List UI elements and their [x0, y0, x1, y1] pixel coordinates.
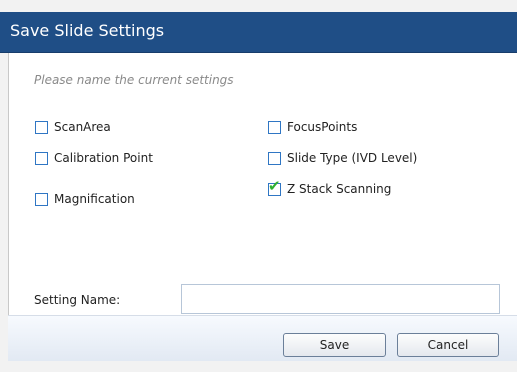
- focus-points-label: FocusPoints: [287, 120, 358, 134]
- checkmark-icon: ✔: [268, 176, 281, 195]
- focus-points-checkbox[interactable]: [268, 120, 281, 134]
- option-focus-points[interactable]: FocusPoints: [268, 120, 357, 134]
- scan-area-label: ScanArea: [54, 120, 111, 134]
- instruction-text: Please name the current settings: [34, 73, 234, 87]
- slide-type-label: Slide Type (IVD Level): [287, 151, 418, 165]
- option-slide-type[interactable]: Slide Type (IVD Level): [268, 151, 417, 165]
- option-z-stack-scanning[interactable]: ✔ Z Stack Scanning: [268, 178, 392, 196]
- calibration-point-label: Calibration Point: [54, 151, 153, 165]
- save-slide-settings-dialog: Save Slide Settings Please name the curr…: [0, 0, 517, 372]
- calibration-point-checkbox[interactable]: [35, 151, 48, 165]
- scan-area-checkbox[interactable]: [35, 120, 48, 134]
- dialog-titlebar: Save Slide Settings: [0, 12, 517, 53]
- slide-type-checkbox[interactable]: [268, 151, 281, 165]
- dialog-title: Save Slide Settings: [10, 21, 165, 40]
- z-stack-label: Z Stack Scanning: [287, 182, 392, 196]
- z-stack-checkbox[interactable]: ✔: [268, 178, 281, 196]
- option-scan-area[interactable]: ScanArea: [35, 120, 111, 134]
- magnification-label: Magnification: [54, 192, 135, 206]
- option-calibration-point[interactable]: Calibration Point: [35, 151, 153, 165]
- setting-name-label: Setting Name:: [34, 293, 121, 307]
- option-magnification[interactable]: Magnification: [35, 192, 135, 206]
- magnification-checkbox[interactable]: [35, 192, 48, 206]
- cancel-button[interactable]: Cancel: [397, 333, 499, 357]
- save-button[interactable]: Save: [283, 333, 386, 357]
- setting-name-input[interactable]: [181, 284, 500, 314]
